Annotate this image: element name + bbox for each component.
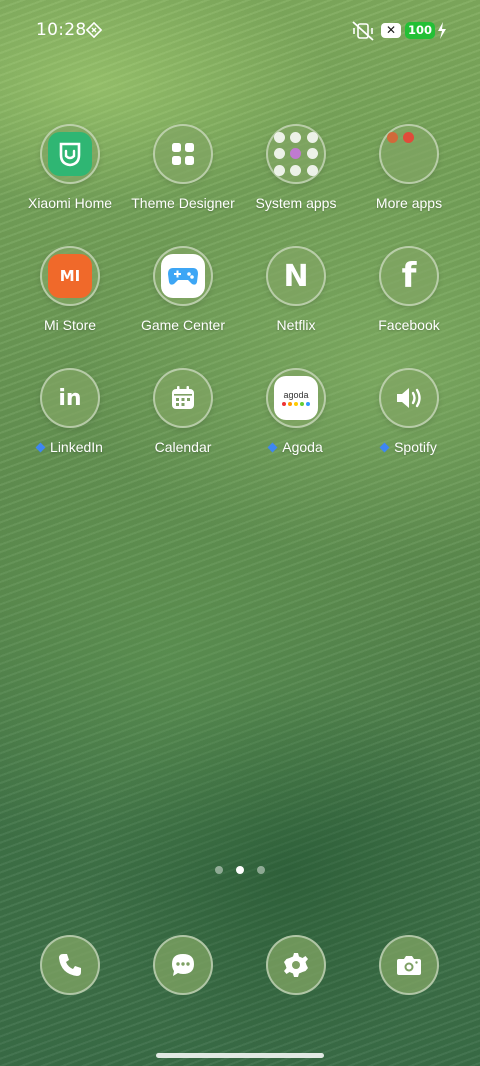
- home-gesture-bar[interactable]: [156, 1053, 324, 1058]
- xiaomi-home-icon: [48, 132, 92, 176]
- page-dot[interactable]: [215, 866, 223, 874]
- app-icon-ring: [266, 124, 326, 184]
- app-icon-ring: f: [379, 246, 439, 306]
- app-label: More apps: [375, 195, 443, 211]
- dock-phone[interactable]: [40, 935, 100, 995]
- theme-designer-icon: [172, 143, 194, 165]
- app-label: Mi Store: [43, 317, 97, 333]
- camera-icon: [397, 956, 421, 975]
- app-spotify[interactable]: Spotify: [350, 368, 468, 456]
- status-bar: 10:28 ✕ 100: [0, 0, 480, 62]
- app-label: Game Center: [140, 317, 226, 333]
- folder-system-apps[interactable]: System apps: [237, 124, 355, 212]
- mi-store-icon: MI: [48, 254, 92, 298]
- folder-more-apps[interactable]: More apps: [350, 124, 468, 212]
- page-dot[interactable]: [257, 866, 265, 874]
- app-icon-ring: [153, 246, 213, 306]
- app-icon-ring: [153, 368, 213, 428]
- sim-card-icon: [86, 22, 102, 38]
- dock-messages[interactable]: [153, 935, 213, 995]
- app-icon-ring: [379, 368, 439, 428]
- settings-icon: [284, 953, 308, 977]
- app-icon-ring: [153, 124, 213, 184]
- new-app-indicator: [35, 442, 46, 452]
- app-agoda[interactable]: agoda Agoda: [237, 368, 355, 456]
- messages-icon: [172, 954, 194, 976]
- app-mi-store[interactable]: MI Mi Store: [11, 246, 129, 334]
- app-icon-ring: agoda: [266, 368, 326, 428]
- system-apps-folder-icon: [272, 130, 320, 178]
- new-app-indicator: [379, 442, 390, 452]
- app-label: Netflix: [276, 317, 316, 333]
- app-label: System apps: [255, 195, 337, 211]
- app-linkedin[interactable]: in LinkedIn: [11, 368, 129, 456]
- game-center-icon: [161, 254, 205, 298]
- netflix-icon: N: [283, 258, 309, 294]
- app-icon-ring: [379, 124, 439, 184]
- clock-time: 10:28: [36, 20, 87, 40]
- spotify-icon: [397, 388, 421, 408]
- app-theme-designer[interactable]: Theme Designer: [124, 124, 242, 212]
- app-netflix[interactable]: N Netflix: [237, 246, 355, 334]
- app-facebook[interactable]: f Facebook: [350, 246, 468, 334]
- linkedin-icon: in: [58, 385, 82, 411]
- charging-icon: [438, 22, 446, 39]
- app-icon-ring: N: [266, 246, 326, 306]
- app-game-center[interactable]: Game Center: [124, 246, 242, 334]
- facebook-icon: f: [401, 256, 417, 296]
- app-label: Agoda: [282, 439, 323, 455]
- app-label: Calendar: [154, 439, 212, 455]
- app-label: Xiaomi Home: [27, 195, 113, 211]
- app-label: Theme Designer: [131, 195, 235, 211]
- app-icon-ring: MI: [40, 246, 100, 306]
- dock-camera[interactable]: [379, 935, 439, 995]
- new-app-indicator: [267, 442, 278, 452]
- dismiss-badge-icon: ✕: [381, 23, 401, 38]
- page-dot-active[interactable]: [236, 866, 244, 874]
- dock-settings[interactable]: [266, 935, 326, 995]
- app-icon-ring: in: [40, 368, 100, 428]
- battery-level: 100: [405, 22, 435, 39]
- more-apps-folder-icon: [385, 130, 433, 178]
- app-xiaomi-home[interactable]: Xiaomi Home: [11, 124, 129, 212]
- app-label: LinkedIn: [50, 439, 103, 455]
- page-indicator[interactable]: [0, 866, 480, 874]
- calendar-icon: [172, 386, 194, 409]
- agoda-icon: agoda: [274, 376, 318, 420]
- app-icon-ring: [40, 124, 100, 184]
- app-label: Facebook: [378, 317, 440, 333]
- vibrate-mute-icon: [352, 21, 374, 41]
- app-label: Spotify: [394, 439, 437, 455]
- app-calendar[interactable]: Calendar: [124, 368, 242, 456]
- phone-icon: [59, 954, 81, 976]
